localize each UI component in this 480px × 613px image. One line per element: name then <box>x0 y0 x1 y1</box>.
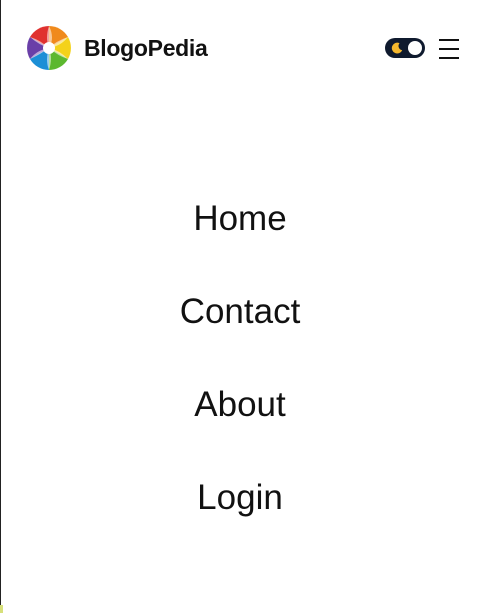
site-header: BlogoPedia <box>0 0 480 96</box>
theme-toggle[interactable] <box>385 38 425 58</box>
menu-bar-top <box>439 39 459 41</box>
nav-link-login[interactable]: Login <box>140 451 340 544</box>
menu-bar-bottom <box>439 57 459 59</box>
corner-marker <box>0 605 3 613</box>
menu-bar-middle <box>439 48 459 50</box>
site-brand[interactable]: BlogoPedia <box>84 34 208 62</box>
toggle-knob <box>408 41 422 55</box>
nav-link-contact[interactable]: Contact <box>140 265 340 358</box>
hamburger-menu-icon[interactable] <box>437 37 461 61</box>
main-nav: Home Contact About Login <box>0 172 480 544</box>
nav-link-about[interactable]: About <box>140 358 340 451</box>
pinwheel-logo-icon[interactable] <box>26 25 72 71</box>
moon-icon <box>390 41 404 55</box>
nav-link-home[interactable]: Home <box>140 172 340 265</box>
